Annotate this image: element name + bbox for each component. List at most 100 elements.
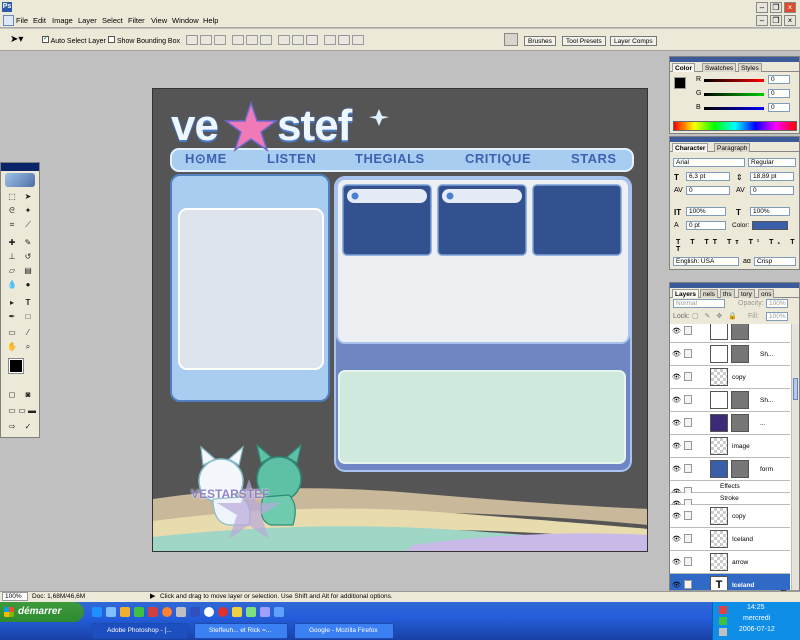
history-brush-tool-icon[interactable]: ↺ (21, 251, 35, 262)
crop-tool-icon[interactable]: ⌗ (5, 219, 19, 230)
layer-thumbnail[interactable] (710, 368, 728, 386)
layer-row[interactable]: 👁 form (670, 458, 790, 481)
status-arrow-icon[interactable]: ▶ (150, 592, 155, 600)
quick-mask-mode-icon[interactable]: ◙ (21, 389, 35, 400)
menu-window[interactable]: Window (172, 16, 199, 25)
notes-tool-icon[interactable]: ▭ (5, 327, 19, 338)
align-hcenter-icon[interactable] (246, 35, 258, 45)
doc-size-info[interactable]: Doc: 1,68M/46,6M (32, 593, 85, 600)
blur-tool-icon[interactable]: 💧 (5, 279, 19, 290)
layer-visibility-eye-icon[interactable]: 👁 (672, 442, 681, 450)
distribute-top-icon[interactable] (278, 35, 290, 45)
layer-name[interactable]: arrow (732, 559, 748, 566)
layer-link-box[interactable] (684, 326, 692, 335)
quicklaunch-app3-icon[interactable] (232, 607, 242, 617)
layer-name[interactable]: ... (760, 420, 765, 427)
opacity-field[interactable]: 100% (766, 299, 788, 308)
channel-r-slider[interactable] (704, 79, 764, 82)
antialias-select[interactable]: Crisp (754, 257, 796, 266)
tab-swatches[interactable]: Swatches (702, 63, 737, 72)
move-tool-preset-icon[interactable]: ➤▾ (10, 34, 23, 45)
clone-stamp-tool-icon[interactable]: ⊥ (5, 251, 19, 262)
layer-name[interactable]: copy (732, 374, 746, 381)
kerning-field[interactable]: 0 (686, 186, 730, 195)
quicklaunch-folder-icon[interactable] (120, 607, 130, 617)
path-selection-tool-icon[interactable]: ▸ (5, 297, 19, 308)
leading-field[interactable]: 18,89 pt (750, 172, 794, 181)
layer-link-box[interactable] (684, 372, 692, 381)
distribute-hcenter-icon[interactable] (338, 35, 350, 45)
align-right-icon[interactable] (260, 35, 272, 45)
layer-visibility-eye-icon[interactable]: 👁 (672, 535, 681, 543)
show-bounding-box-checkbox[interactable]: Show Bounding Box (108, 36, 180, 45)
layer-thumbnail[interactable] (710, 391, 728, 409)
lasso-tool-icon[interactable]: ᘓ (5, 205, 19, 216)
layer-name[interactable]: Sh... (760, 397, 773, 404)
distribute-right-icon[interactable] (352, 35, 364, 45)
font-size-field[interactable]: 6,3 pt (686, 172, 730, 181)
tray-icon-2[interactable] (719, 617, 727, 625)
dodge-tool-icon[interactable]: ● (21, 279, 35, 290)
tab-styles[interactable]: Styles (738, 63, 762, 72)
layer-row[interactable]: 👁 copy (670, 366, 790, 389)
well-tab-tool-presets[interactable]: Tool Presets (562, 36, 606, 46)
align-bottom-icon[interactable] (214, 35, 226, 45)
quicklaunch-media-icon[interactable] (204, 607, 214, 617)
tab-layers[interactable]: Layers (672, 289, 699, 298)
channel-g-value[interactable]: 0 (768, 89, 790, 98)
gradient-tool-icon[interactable]: ▤ (21, 265, 35, 276)
layer-name[interactable]: copy (732, 513, 746, 520)
layer-mask-thumbnail[interactable] (731, 345, 749, 363)
layer-mask-thumbnail[interactable] (731, 324, 749, 340)
slice-tool-icon[interactable]: ⟋ (21, 219, 35, 230)
screen-mode-full-icon[interactable]: ▬ (25, 405, 39, 416)
layer-name[interactable]: image (732, 443, 750, 450)
layer-visibility-eye-icon[interactable]: 👁 (672, 327, 681, 335)
eyedropper-tool-icon[interactable]: ⁄ (21, 327, 35, 338)
tab-channels[interactable]: nels (700, 289, 718, 298)
text-style-buttons[interactable]: T T TT Tт T¹ T₁ T T (676, 239, 799, 253)
layer-visibility-eye-icon[interactable]: 👁 (672, 558, 681, 566)
nav-listen[interactable]: LISTEN (267, 151, 316, 166)
standard-mode-icon[interactable]: ◻ (5, 389, 19, 400)
layer-mask-thumbnail[interactable] (731, 391, 749, 409)
quicklaunch-messenger-icon[interactable] (134, 607, 144, 617)
horizontal-scale-field[interactable]: 100% (750, 207, 790, 216)
text-layer-icon[interactable]: T (710, 576, 728, 590)
type-tool-icon[interactable]: T (21, 297, 35, 308)
hand-tool-icon[interactable]: ✋ (5, 341, 19, 352)
layer-link-box[interactable] (684, 349, 692, 358)
task-photoshop[interactable]: Adobe Photoshop - [... (92, 623, 188, 639)
healing-brush-tool-icon[interactable]: ✚ (5, 237, 19, 248)
tab-actions[interactable]: ons (758, 289, 775, 298)
tray-icon-1[interactable] (719, 606, 727, 614)
panel-foreground-swatch[interactable] (674, 77, 686, 89)
layer-row[interactable]: 👁... (670, 412, 790, 435)
layer-visibility-eye-icon[interactable]: 👁 (672, 396, 681, 404)
auto-select-layer-checkbox[interactable]: ✓ Auto Select Layer (42, 35, 106, 45)
marquee-tool-icon[interactable]: ⬚ (5, 191, 19, 202)
quicklaunch-player-icon[interactable] (218, 607, 228, 617)
font-style-select[interactable]: Regular (748, 158, 796, 167)
imageready-icon[interactable]: ✓ (21, 421, 35, 432)
menu-view[interactable]: View (151, 16, 167, 25)
lock-icons[interactable]: ▢ ✎ ✥ 🔒 (692, 312, 739, 320)
layer-mask-thumbnail[interactable] (731, 414, 749, 432)
layer-link-box[interactable] (684, 580, 692, 589)
layer-row[interactable]: 👁 Sh... (670, 389, 790, 412)
jump-to-imageready-icon[interactable]: ⇨ (5, 421, 19, 432)
layer-row[interactable]: 👁 arrow (670, 551, 790, 574)
task-steffeuh[interactable]: Steffeuh... et Rick =... (194, 623, 288, 639)
layer-name[interactable]: form (760, 466, 773, 473)
align-top-icon[interactable] (186, 35, 198, 45)
layer-link-box[interactable] (684, 557, 692, 566)
fill-field[interactable]: 100% (766, 312, 788, 321)
layer-link-box[interactable] (684, 395, 692, 404)
tab-paths[interactable]: ths (720, 289, 735, 298)
doc-restore-button[interactable]: ❐ (770, 15, 782, 26)
layer-visibility-eye-icon[interactable]: 👁 (672, 373, 681, 381)
quicklaunch-app5-icon[interactable] (260, 607, 270, 617)
quicklaunch-app4-icon[interactable] (246, 607, 256, 617)
tab-character[interactable]: Character (672, 143, 709, 152)
doc-close-button[interactable]: × (784, 15, 796, 26)
